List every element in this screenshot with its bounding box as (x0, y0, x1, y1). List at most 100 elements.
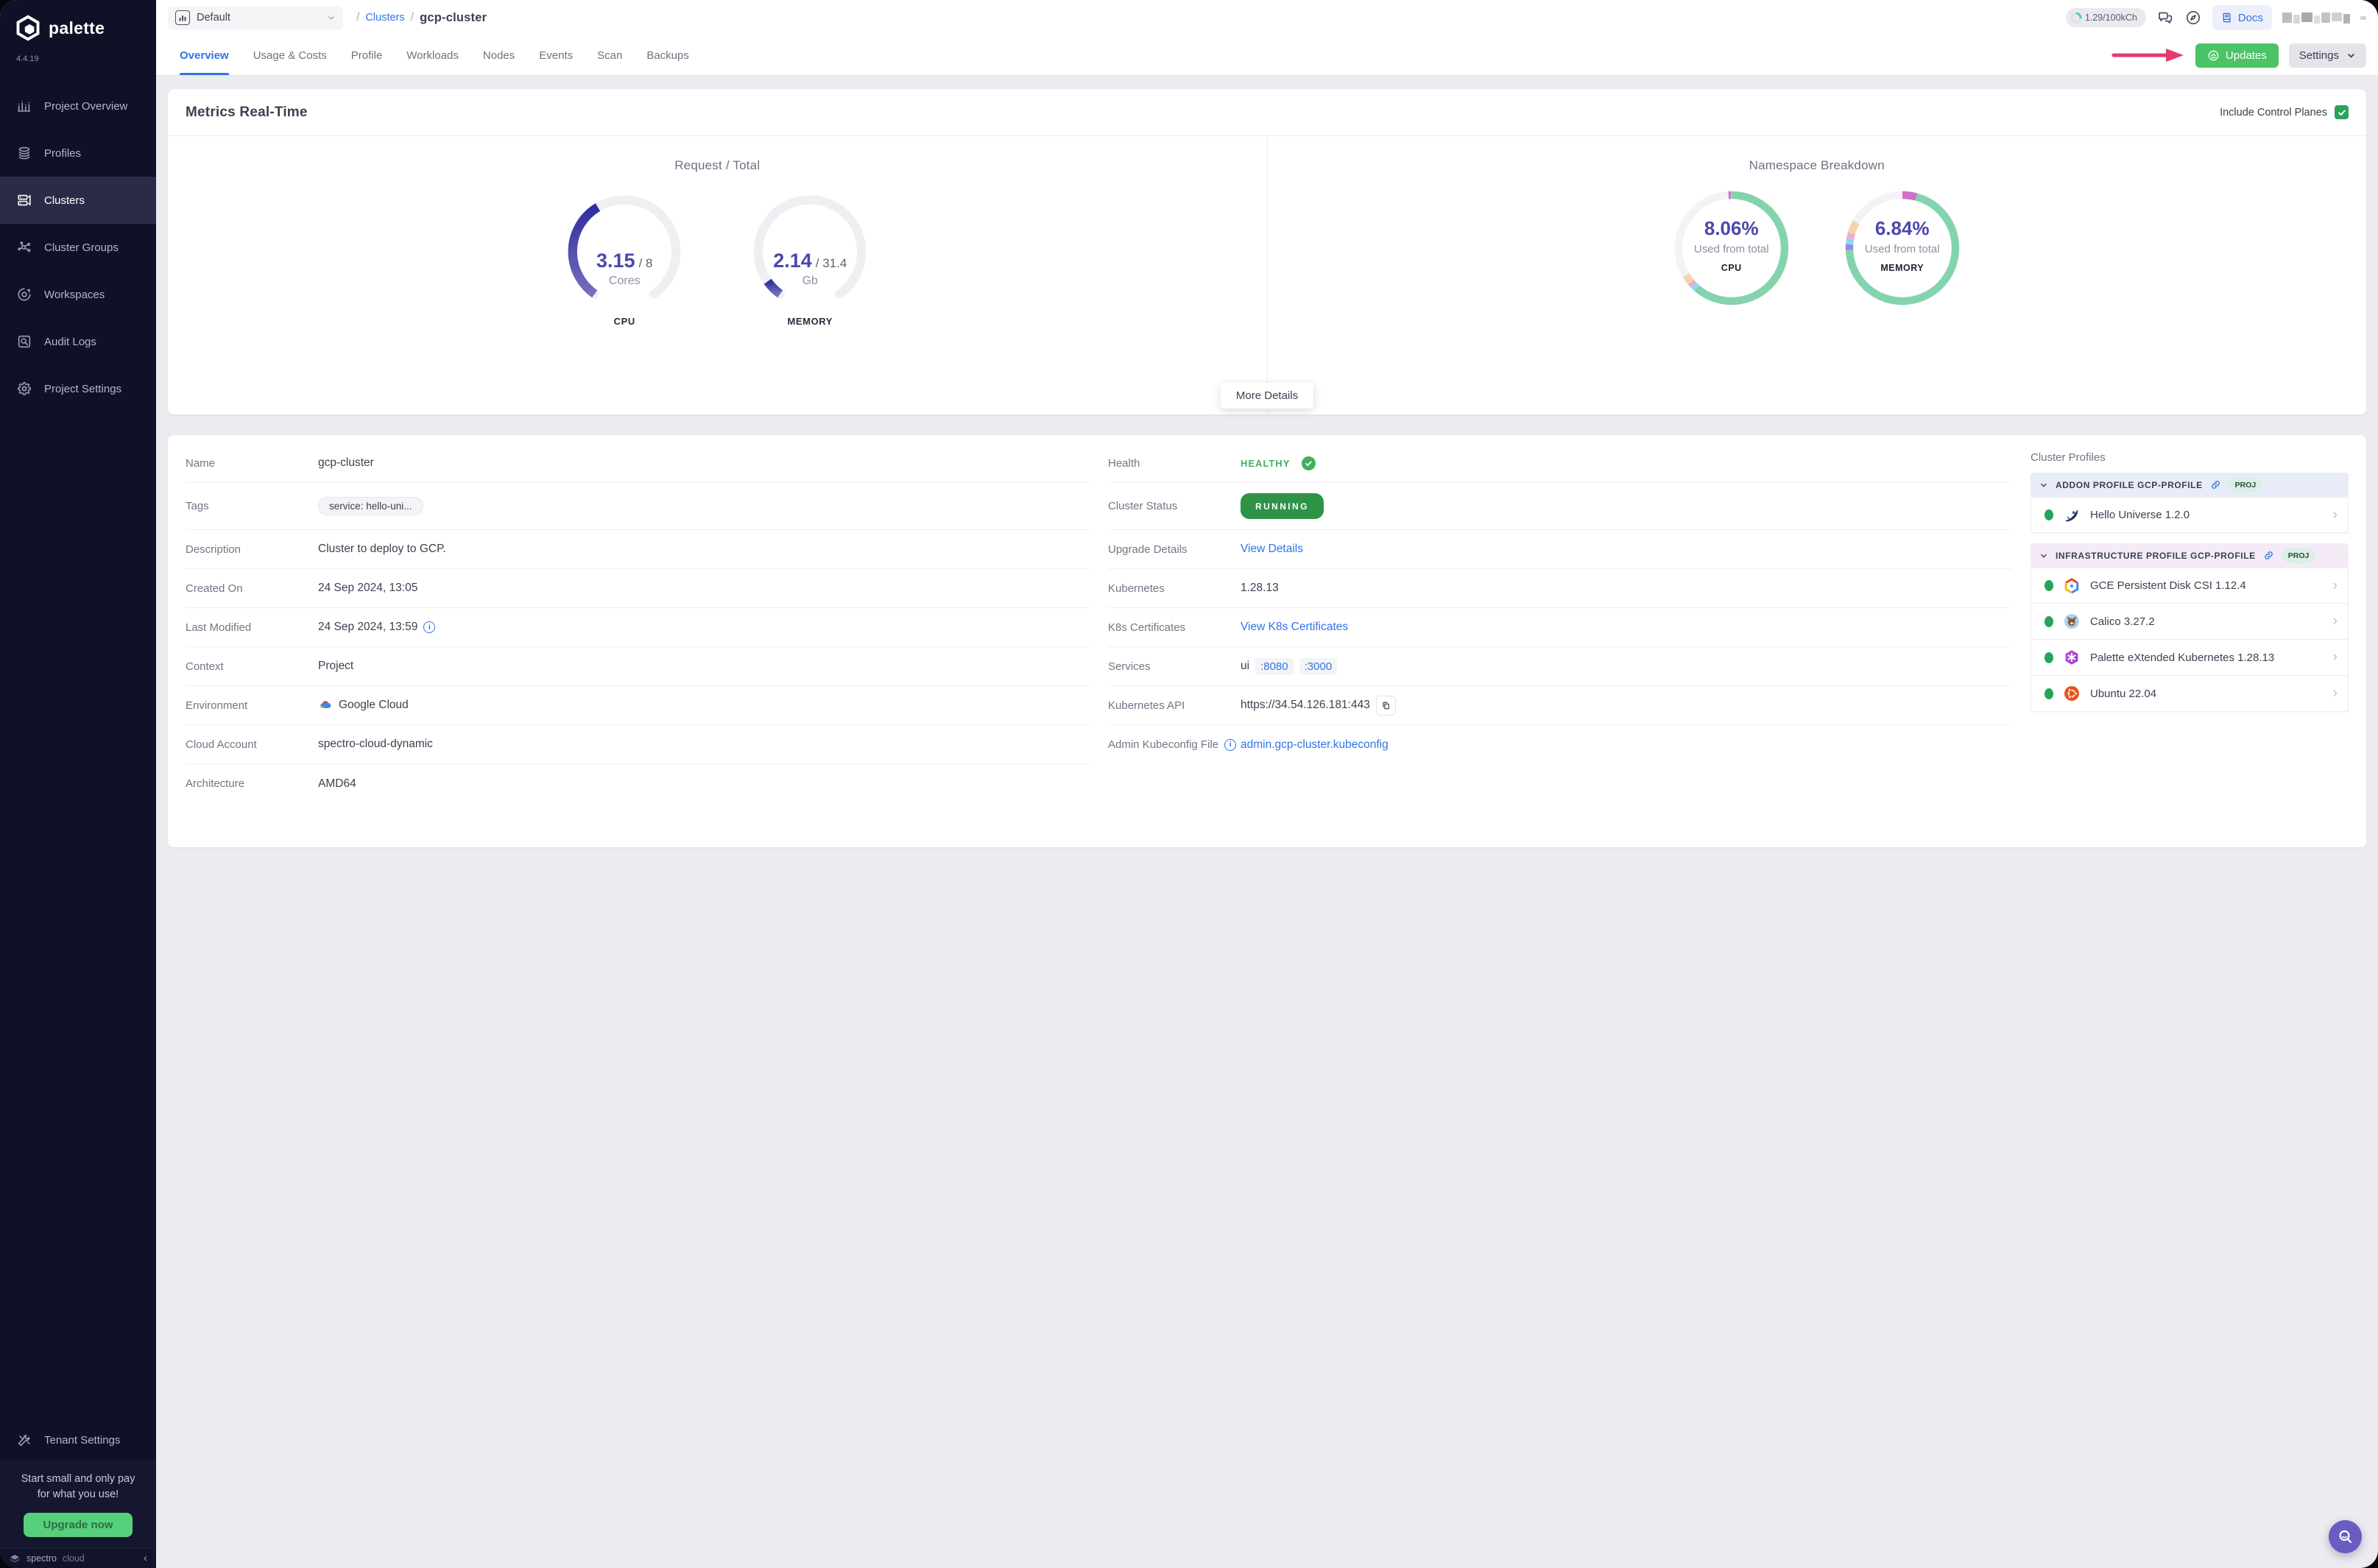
memory-donut-value: 6.84% (1874, 217, 1930, 239)
info-icon[interactable]: i (423, 621, 436, 633)
updates-button[interactable]: Updates (2195, 43, 2279, 68)
link-icon (2211, 481, 2220, 489)
service-port-8080-link[interactable]: :8080 (1255, 657, 1294, 675)
tab-usage-costs[interactable]: Usage & Costs (253, 35, 327, 75)
namespace-breakdown-section: Namespace Breakdown 8.06% Used from tota… (1268, 136, 2367, 414)
project-selector-value: Default (197, 12, 230, 24)
view-details-link[interactable]: View Details (1241, 543, 1303, 556)
kubernetes-api-value: https://34.54.126.181:443 (1241, 699, 1370, 711)
info-icon[interactable]: i (1224, 738, 1237, 751)
profile-item-pxk[interactable]: Palette eXtended Kubernetes 1.28.13 › (2031, 640, 2349, 676)
detail-row-description: Description Cluster to deploy to GCP. (186, 530, 1089, 569)
chevron-right-icon: › (2332, 649, 2338, 665)
palette-extended-kubernetes-icon (2065, 650, 2078, 665)
chevron-down-icon (2040, 554, 2047, 558)
tab-events[interactable]: Events (539, 35, 573, 75)
sidebar-item-project-overview[interactable]: Project Overview (0, 82, 156, 130)
cluster-name-value: gcp-cluster (318, 456, 374, 469)
compass-icon[interactable] (2184, 9, 2202, 27)
spectro-cloud-logo-icon (10, 1554, 19, 1563)
detail-row-cloud-account: Cloud Account spectro-cloud-dynamic (186, 725, 1089, 764)
tag-pill[interactable]: service: hello-uni... (318, 497, 423, 515)
sidebar-item-cluster-groups[interactable]: Cluster Groups (0, 224, 156, 271)
sidebar-item-profiles[interactable]: Profiles (0, 130, 156, 177)
profile-item-ubuntu[interactable]: Ubuntu 22.04 › (2031, 676, 2349, 712)
sidebar-item-audit-logs[interactable]: Audit Logs (0, 318, 156, 365)
proj-badge: PROJ (2281, 547, 2316, 564)
tab-backups[interactable]: Backups (646, 35, 689, 75)
detail-row-tags: Tags service: hello-uni... (186, 483, 1089, 530)
tab-scan[interactable]: Scan (597, 35, 622, 75)
clusters-icon (18, 194, 31, 206)
arrow-up-circle-icon (2208, 50, 2219, 60)
user-menu-blurred[interactable] (2282, 12, 2366, 24)
profile-item-calico[interactable]: Calico 3.27.2 › (2031, 604, 2349, 640)
sidebar-item-workspaces[interactable]: Workspaces (0, 271, 156, 318)
detail-row-context: Context Project (186, 647, 1089, 686)
namespace-breakdown-title: Namespace Breakdown (1749, 158, 1885, 172)
cpu-gauge-value: 3.15 (596, 250, 635, 272)
detail-row-created-on: Created On 24 Sep 2024, 13:05 (186, 569, 1089, 608)
chevron-right-icon: › (2332, 685, 2338, 701)
tab-workloads[interactable]: Workloads (406, 35, 459, 75)
usage-quota-pill[interactable]: 1.29/100kCh (2065, 8, 2146, 27)
hello-universe-icon (2065, 509, 2078, 521)
infrastructure-profile-header[interactable]: INFRASTRUCTURE PROFILE GCP-PROFILE PROJ (2031, 543, 2349, 568)
detail-row-last-modified: Last Modified 24 Sep 2024, 13:59 i (186, 608, 1089, 647)
tab-overview[interactable]: Overview (180, 35, 229, 75)
detail-row-kubernetes-api: Kubernetes API https://34.54.126.181:443 (1108, 686, 2011, 725)
view-k8s-certificates-link[interactable]: View K8s Certificates (1241, 621, 1348, 634)
sidebar-item-clusters[interactable]: Clusters (0, 177, 156, 224)
detail-row-kubernetes: Kubernetes 1.28.13 (1108, 569, 2011, 608)
cluster-details-card: Name gcp-cluster Tags service: hello-uni… (168, 435, 2366, 847)
link-icon (2264, 551, 2273, 559)
orbit-icon (18, 288, 31, 301)
profile-item-hello-universe[interactable]: Hello Universe 1.2.0 › (2031, 497, 2349, 533)
checkbox-checked-icon[interactable] (2335, 105, 2349, 119)
detail-row-services: Services ui :8080 :3000 (1108, 647, 2011, 686)
status-dot-icon (2044, 615, 2053, 627)
palette-logo: palette (0, 0, 156, 44)
chevron-down-icon (2348, 53, 2354, 58)
tab-profile[interactable]: Profile (351, 35, 383, 75)
breadcrumb-clusters-link[interactable]: Clusters (365, 12, 404, 24)
user-menu-dash (2360, 15, 2366, 20)
sidebar-item-project-settings[interactable]: Project Settings (0, 365, 156, 412)
gear-icon (18, 382, 31, 395)
main-area: Default / Clusters / gcp-cluster 1.29/10… (156, 0, 2378, 1568)
memory-namespace-donut: 6.84% Used from total MEMORY (1844, 189, 1961, 307)
docs-button[interactable]: Docs (2212, 5, 2272, 30)
sidebar-footer: spectro cloud ‹ (0, 1547, 156, 1568)
app-version: 4.4.19 (16, 54, 39, 63)
health-status: HEALTHY (1241, 457, 1291, 469)
sidebar-nav: Project Overview Profiles Clusters Clust… (0, 82, 156, 412)
chevron-right-icon: › (2332, 506, 2338, 523)
upgrade-now-button[interactable]: Upgrade now (24, 1513, 133, 1537)
request-total-title: Request / Total (674, 158, 761, 172)
chevron-down-icon (2040, 483, 2047, 487)
project-selector[interactable]: Default (168, 6, 343, 29)
detail-row-health: Health HEALTHY (1108, 444, 2011, 483)
service-port-3000-link[interactable]: :3000 (1299, 657, 1338, 675)
sidebar-item-tenant-settings[interactable]: Tenant Settings (0, 1422, 156, 1460)
breadcrumb: / Clusters / gcp-cluster (356, 10, 487, 24)
tab-nodes[interactable]: Nodes (483, 35, 515, 75)
metrics-title: Metrics Real-Time (186, 104, 308, 120)
request-total-section: Request / Total 3.15/ 8 Cores CPU 2.14 /… (168, 136, 1267, 414)
status-dot-icon (2044, 580, 2053, 591)
sidebar-collapse-button[interactable]: ‹ (144, 1552, 147, 1564)
cluster-profiles-column: Cluster Profiles ADDON PROFILE GCP-PROFI… (2031, 444, 2349, 803)
kubeconfig-file-link[interactable]: admin.gcp-cluster.kubeconfig (1241, 738, 1389, 752)
include-control-planes[interactable]: Include Control Planes (2220, 105, 2349, 119)
addon-profile-header[interactable]: ADDON PROFILE GCP-PROFILE PROJ (2031, 473, 2349, 497)
chat-icon[interactable] (2156, 9, 2174, 27)
more-details-button[interactable]: More Details (1220, 383, 1314, 409)
copy-icon[interactable] (1375, 695, 1396, 716)
detail-row-k8s-certificates: K8s Certificates View K8s Certificates (1108, 608, 2011, 647)
settings-button[interactable]: Settings (2288, 43, 2366, 68)
profile-item-gce-disk[interactable]: GCE Persistent Disk CSI 1.12.4 › (2031, 568, 2349, 604)
search-fab[interactable] (2329, 1520, 2362, 1553)
detail-row-admin-kubeconfig: Admin Kubeconfig File i admin.gcp-cluste… (1108, 738, 1389, 752)
status-dot-icon (2044, 651, 2053, 663)
check-circle-icon (1302, 456, 1316, 470)
